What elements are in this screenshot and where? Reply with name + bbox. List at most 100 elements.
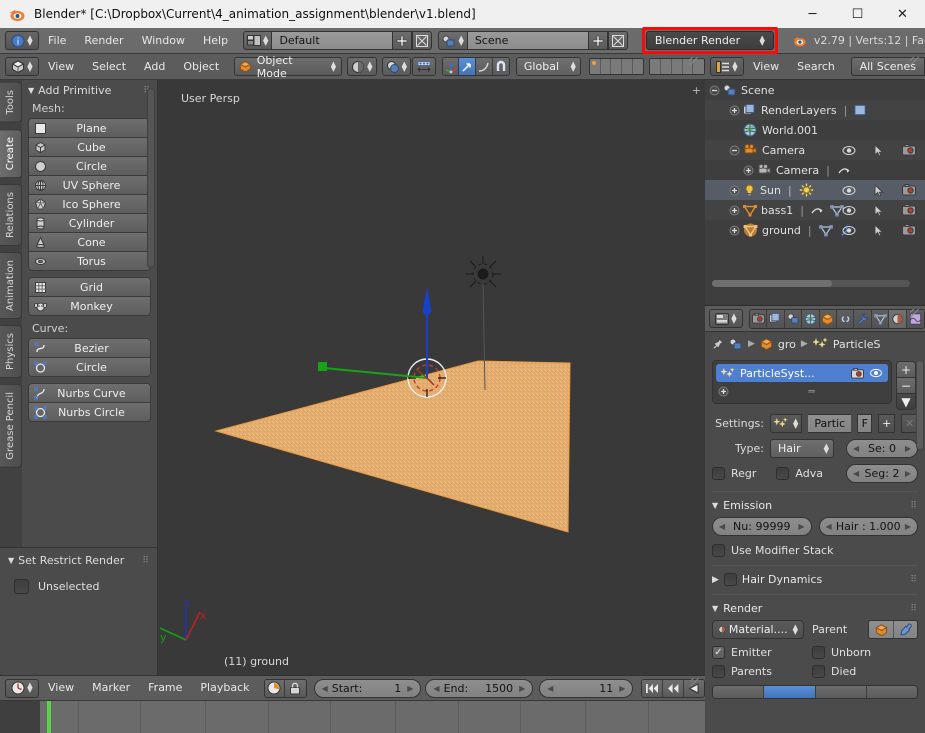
current-frame-field[interactable]: ◀ 11 ▶ <box>539 679 633 698</box>
expand-icon[interactable] <box>729 185 740 196</box>
restrict-view-icon[interactable] <box>835 225 863 236</box>
layer-cell[interactable] <box>683 59 694 74</box>
outliner-menu-view[interactable]: View <box>744 57 788 77</box>
display-option-2-active[interactable] <box>764 686 815 698</box>
add-bezier-button[interactable]: Bezier <box>28 338 151 358</box>
scene-layers-grid-bottom[interactable] <box>649 58 705 75</box>
expand-icon[interactable] <box>729 225 740 236</box>
hair-dynamics-panel-header[interactable]: ▶ Hair Dynamics ⠿ <box>712 565 918 586</box>
sun-lamp-data-icon[interactable] <box>799 183 814 197</box>
add-cube-button[interactable]: Cube <box>28 137 151 157</box>
collapse-icon[interactable] <box>709 85 720 96</box>
layer-cell[interactable] <box>622 59 633 74</box>
right-arrow-icon[interactable]: ▶ <box>619 684 625 693</box>
menu-render[interactable]: Render <box>75 31 132 51</box>
add-scene-button[interactable] <box>588 31 608 50</box>
timeline-menu-marker[interactable]: Marker <box>83 678 139 698</box>
particle-system-list[interactable]: ParticleSyst... ═ <box>712 360 892 404</box>
died-checkbox[interactable] <box>812 665 825 678</box>
translate-manipulator-icon[interactable] <box>443 58 460 75</box>
view3d-menu-object[interactable]: Object <box>174 57 228 77</box>
render-panel-header[interactable]: ▼ Render ⠿ <box>712 594 918 615</box>
display-option-1[interactable] <box>713 686 764 698</box>
outliner-menu-search[interactable]: Search <box>788 57 844 77</box>
particle-system-slot[interactable]: ParticleSyst... <box>716 364 888 382</box>
auto-keyframe-icon[interactable] <box>265 680 286 697</box>
tab-data-icon[interactable] <box>872 310 889 328</box>
add-nurbs-curve-button[interactable]: Nurbs Curve <box>28 383 151 403</box>
tab-material-icon[interactable] <box>889 310 906 328</box>
tool-shelf-scrollbar[interactable] <box>147 88 155 268</box>
outliner-row-world[interactable]: World.001 <box>705 120 925 140</box>
pivot-point-dropdown[interactable]: ▲▼ <box>382 57 411 76</box>
use-modifier-stack-row[interactable]: Use Modifier Stack <box>712 544 918 557</box>
tool-tab-grease-pencil[interactable]: Grease Pencil <box>0 384 22 468</box>
maximize-button[interactable]: ☐ <box>835 0 880 28</box>
restrict-view-icon[interactable] <box>835 145 863 156</box>
start-frame-field[interactable]: ◀ Start: 1 ▶ <box>314 679 422 698</box>
expand-icon[interactable] <box>729 205 740 216</box>
screen-layout-icon[interactable]: ▲▼ <box>243 31 272 50</box>
seed-field[interactable]: ◀ Se: 0 ▶ <box>846 439 918 458</box>
menu-window[interactable]: Window <box>133 31 194 51</box>
layer-cell[interactable] <box>672 59 683 74</box>
restrict-view-icon[interactable] <box>835 185 863 196</box>
layer-cell[interactable] <box>693 59 704 74</box>
left-arrow-icon[interactable]: ◀ <box>433 684 439 693</box>
timeline-menu-frame[interactable]: Frame <box>139 678 191 698</box>
transform-orientation-dropdown[interactable]: Global ▲▼ <box>516 57 581 76</box>
menu-help[interactable]: Help <box>194 31 237 51</box>
tab-world-icon[interactable] <box>802 310 819 328</box>
view3d-menu-view[interactable]: View <box>39 57 83 77</box>
unselected-checkbox-row[interactable]: Unselected <box>14 579 150 594</box>
manipulator-toggle-button[interactable] <box>412 57 436 76</box>
add-uv-sphere-button[interactable]: UV Sphere <box>28 175 151 195</box>
parents-row[interactable]: Parents <box>712 665 812 678</box>
left-arrow-icon[interactable]: ◀ <box>322 684 328 693</box>
restrict-select-icon[interactable] <box>865 144 893 157</box>
breadcrumb-object-name[interactable]: gro <box>778 338 796 351</box>
list-resize-grip[interactable]: ═ <box>735 385 888 398</box>
layer-cell[interactable] <box>650 59 661 74</box>
number-field[interactable]: ◀ Nu: 99999 ▶ <box>712 517 812 536</box>
animation-data-icon[interactable] <box>810 204 824 216</box>
collapse-icon[interactable] <box>729 145 740 156</box>
layer-cell[interactable] <box>601 59 612 74</box>
view3d-menu-add[interactable]: Add <box>135 57 174 77</box>
restrict-render-icon[interactable] <box>895 224 923 236</box>
right-arrow-icon[interactable]: ▶ <box>905 469 911 478</box>
restrict-select-icon[interactable] <box>865 184 893 197</box>
play-reverse-icon[interactable] <box>684 680 705 697</box>
layer-cell[interactable] <box>590 59 601 74</box>
eyedropper-icon[interactable] <box>893 621 917 638</box>
tab-scene-icon[interactable] <box>785 310 802 328</box>
tab-object-icon[interactable] <box>820 310 837 328</box>
settings-fake-user-button[interactable]: F <box>857 414 872 433</box>
right-arrow-icon[interactable]: ▶ <box>798 522 804 531</box>
timeline-menu-view[interactable]: View <box>39 678 83 698</box>
outliner-row-scene[interactable]: Scene <box>705 80 925 100</box>
previous-keyframe-icon[interactable] <box>663 680 684 697</box>
3d-viewport[interactable]: User Persp + <box>158 80 705 675</box>
end-frame-field[interactable]: ◀ End: 1500 ▶ <box>425 679 533 698</box>
render-engine-dropdown[interactable]: Blender Render ▲▼ <box>646 31 774 50</box>
tab-constraint-icon[interactable] <box>837 310 854 328</box>
regrow-checkbox[interactable] <box>712 467 725 480</box>
hair-length-field[interactable]: ◀ Hair : 1.000 ▶ <box>819 517 919 536</box>
unborn-checkbox[interactable] <box>812 646 825 659</box>
emitter-checkbox[interactable]: ✓ <box>712 646 725 659</box>
particle-specials-menu-button[interactable]: ▼ <box>896 393 916 410</box>
unselected-checkbox[interactable] <box>14 579 29 594</box>
display-option-3[interactable] <box>816 686 867 698</box>
delete-screen-layout-button[interactable] <box>412 31 432 50</box>
outliner-row-bass1[interactable]: bass1 | <box>705 200 925 220</box>
screen-layout-name[interactable]: Default <box>272 31 392 50</box>
emitter-row[interactable]: ✓ Emitter <box>712 646 812 659</box>
timeline-menu-playback[interactable]: Playback <box>191 678 258 698</box>
layer-cell[interactable] <box>611 59 622 74</box>
viewport-shading-dropdown[interactable]: ▲▼ <box>347 57 376 76</box>
scene-icon[interactable]: ▲▼ <box>438 31 467 50</box>
tab-render-icon[interactable] <box>750 310 767 328</box>
scene-name-field[interactable]: Scene <box>468 31 588 50</box>
emission-panel-header[interactable]: ▼ Emission ⠿ <box>712 491 918 512</box>
